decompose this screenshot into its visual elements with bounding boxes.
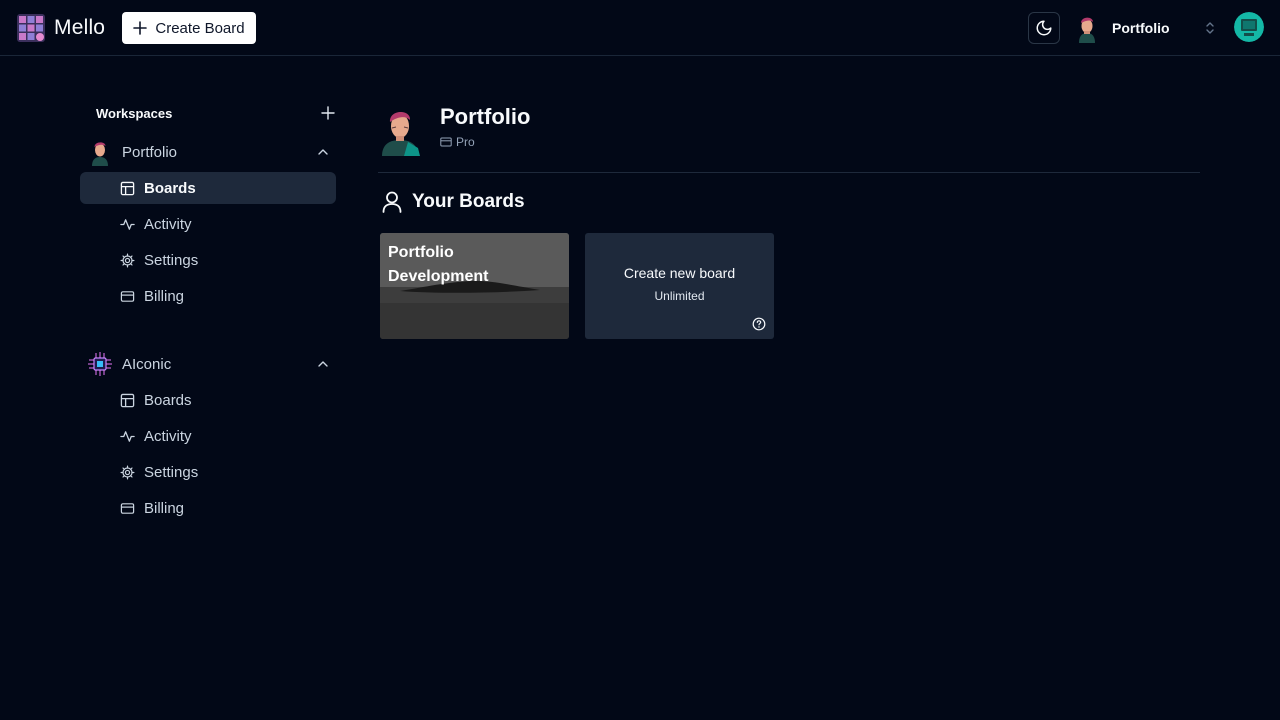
organization-switcher[interactable]: Portfolio	[1074, 12, 1224, 44]
sidebar-item-label: Billing	[144, 499, 185, 517]
plan-label: Pro	[456, 135, 475, 149]
board-card[interactable]: Portfolio Development	[380, 233, 569, 339]
layout-icon	[120, 393, 135, 407]
chevron-up-icon	[318, 149, 328, 155]
workspace-toggle-aiconic[interactable]: AIconic	[80, 348, 336, 380]
sidebar-item-label: Settings	[144, 251, 199, 269]
create-new-board-card[interactable]: Create new board Unlimited	[585, 233, 774, 339]
sidebar-item-activity[interactable]: Activity	[80, 420, 336, 452]
help-circle-icon[interactable]	[752, 317, 766, 331]
workspace-portfolio: Portfolio Boards Activity Settings Billi…	[80, 136, 336, 312]
add-workspace-icon[interactable]	[320, 105, 336, 121]
user-avatar-image	[1234, 12, 1264, 42]
moon-icon	[1036, 20, 1052, 36]
sidebar-item-activity[interactable]: Activity	[80, 208, 336, 240]
activity-icon	[120, 430, 135, 442]
theme-toggle-button[interactable]	[1028, 12, 1060, 44]
credit-card-icon	[120, 502, 135, 514]
sidebar-item-billing[interactable]: Billing	[80, 280, 336, 312]
sidebar-item-label: Billing	[144, 287, 185, 305]
workspace-toggle-portfolio[interactable]: Portfolio	[80, 136, 336, 168]
workspace-aiconic: AIconic Boards Activity Settings Billing	[80, 348, 336, 524]
org-switcher-name: Portfolio	[1112, 20, 1170, 36]
board-title: Portfolio Development	[388, 244, 489, 285]
mello-logo-icon	[17, 14, 45, 42]
create-new-board-subtitle: Unlimited	[654, 289, 705, 303]
top-navbar: Mello Create Board Portfolio	[0, 0, 1280, 56]
sidebar-item-label: Boards	[144, 179, 196, 197]
gear-icon	[120, 253, 135, 267]
sidebar-item-billing[interactable]: Billing	[80, 492, 336, 524]
org-title: Portfolio	[440, 104, 531, 129]
sidebar-item-settings[interactable]: Settings	[80, 244, 336, 276]
user-icon	[382, 191, 402, 213]
chevron-up-icon	[318, 361, 328, 367]
sidebar-item-label: Activity	[144, 427, 192, 445]
sidebar-item-label: Settings	[144, 463, 199, 481]
plus-icon	[133, 21, 148, 35]
org-avatar	[1079, 17, 1095, 43]
app-name: Mello	[54, 16, 106, 39]
sidebar-item-label: Boards	[144, 391, 192, 409]
gear-icon	[120, 465, 135, 479]
create-new-board-title: Create new board	[623, 265, 736, 281]
plan-badge: Pro	[440, 135, 475, 149]
create-board-button[interactable]: Create Board	[122, 12, 256, 44]
activity-icon	[120, 218, 135, 230]
workspaces-title: Workspaces	[96, 105, 173, 121]
workspaces-header: Workspaces	[96, 104, 336, 122]
workspace-name: Portfolio	[122, 143, 178, 161]
workspace-avatar	[88, 352, 112, 376]
sidebar-item-boards[interactable]: Boards	[80, 172, 336, 204]
organization-header: Portfolio Pro	[378, 104, 1200, 173]
create-board-label: Create Board	[155, 19, 245, 37]
workspace-name: AIconic	[122, 355, 172, 373]
workspace-avatar	[92, 142, 108, 166]
credit-card-icon	[120, 290, 135, 302]
user-avatar[interactable]	[1234, 12, 1264, 42]
chevrons-up-down-icon	[1206, 22, 1214, 34]
app-logo[interactable]: Mello	[16, 13, 105, 43]
org-avatar-large	[382, 111, 420, 156]
boards-heading-label: Your Boards	[412, 191, 525, 212]
your-boards-heading: Your Boards	[382, 191, 525, 213]
sidebar-item-settings[interactable]: Settings	[80, 456, 336, 488]
sidebar-item-boards[interactable]: Boards	[80, 384, 336, 416]
sidebar-item-label: Activity	[144, 215, 192, 233]
credit-card-icon	[440, 137, 452, 147]
layout-icon	[120, 181, 135, 195]
